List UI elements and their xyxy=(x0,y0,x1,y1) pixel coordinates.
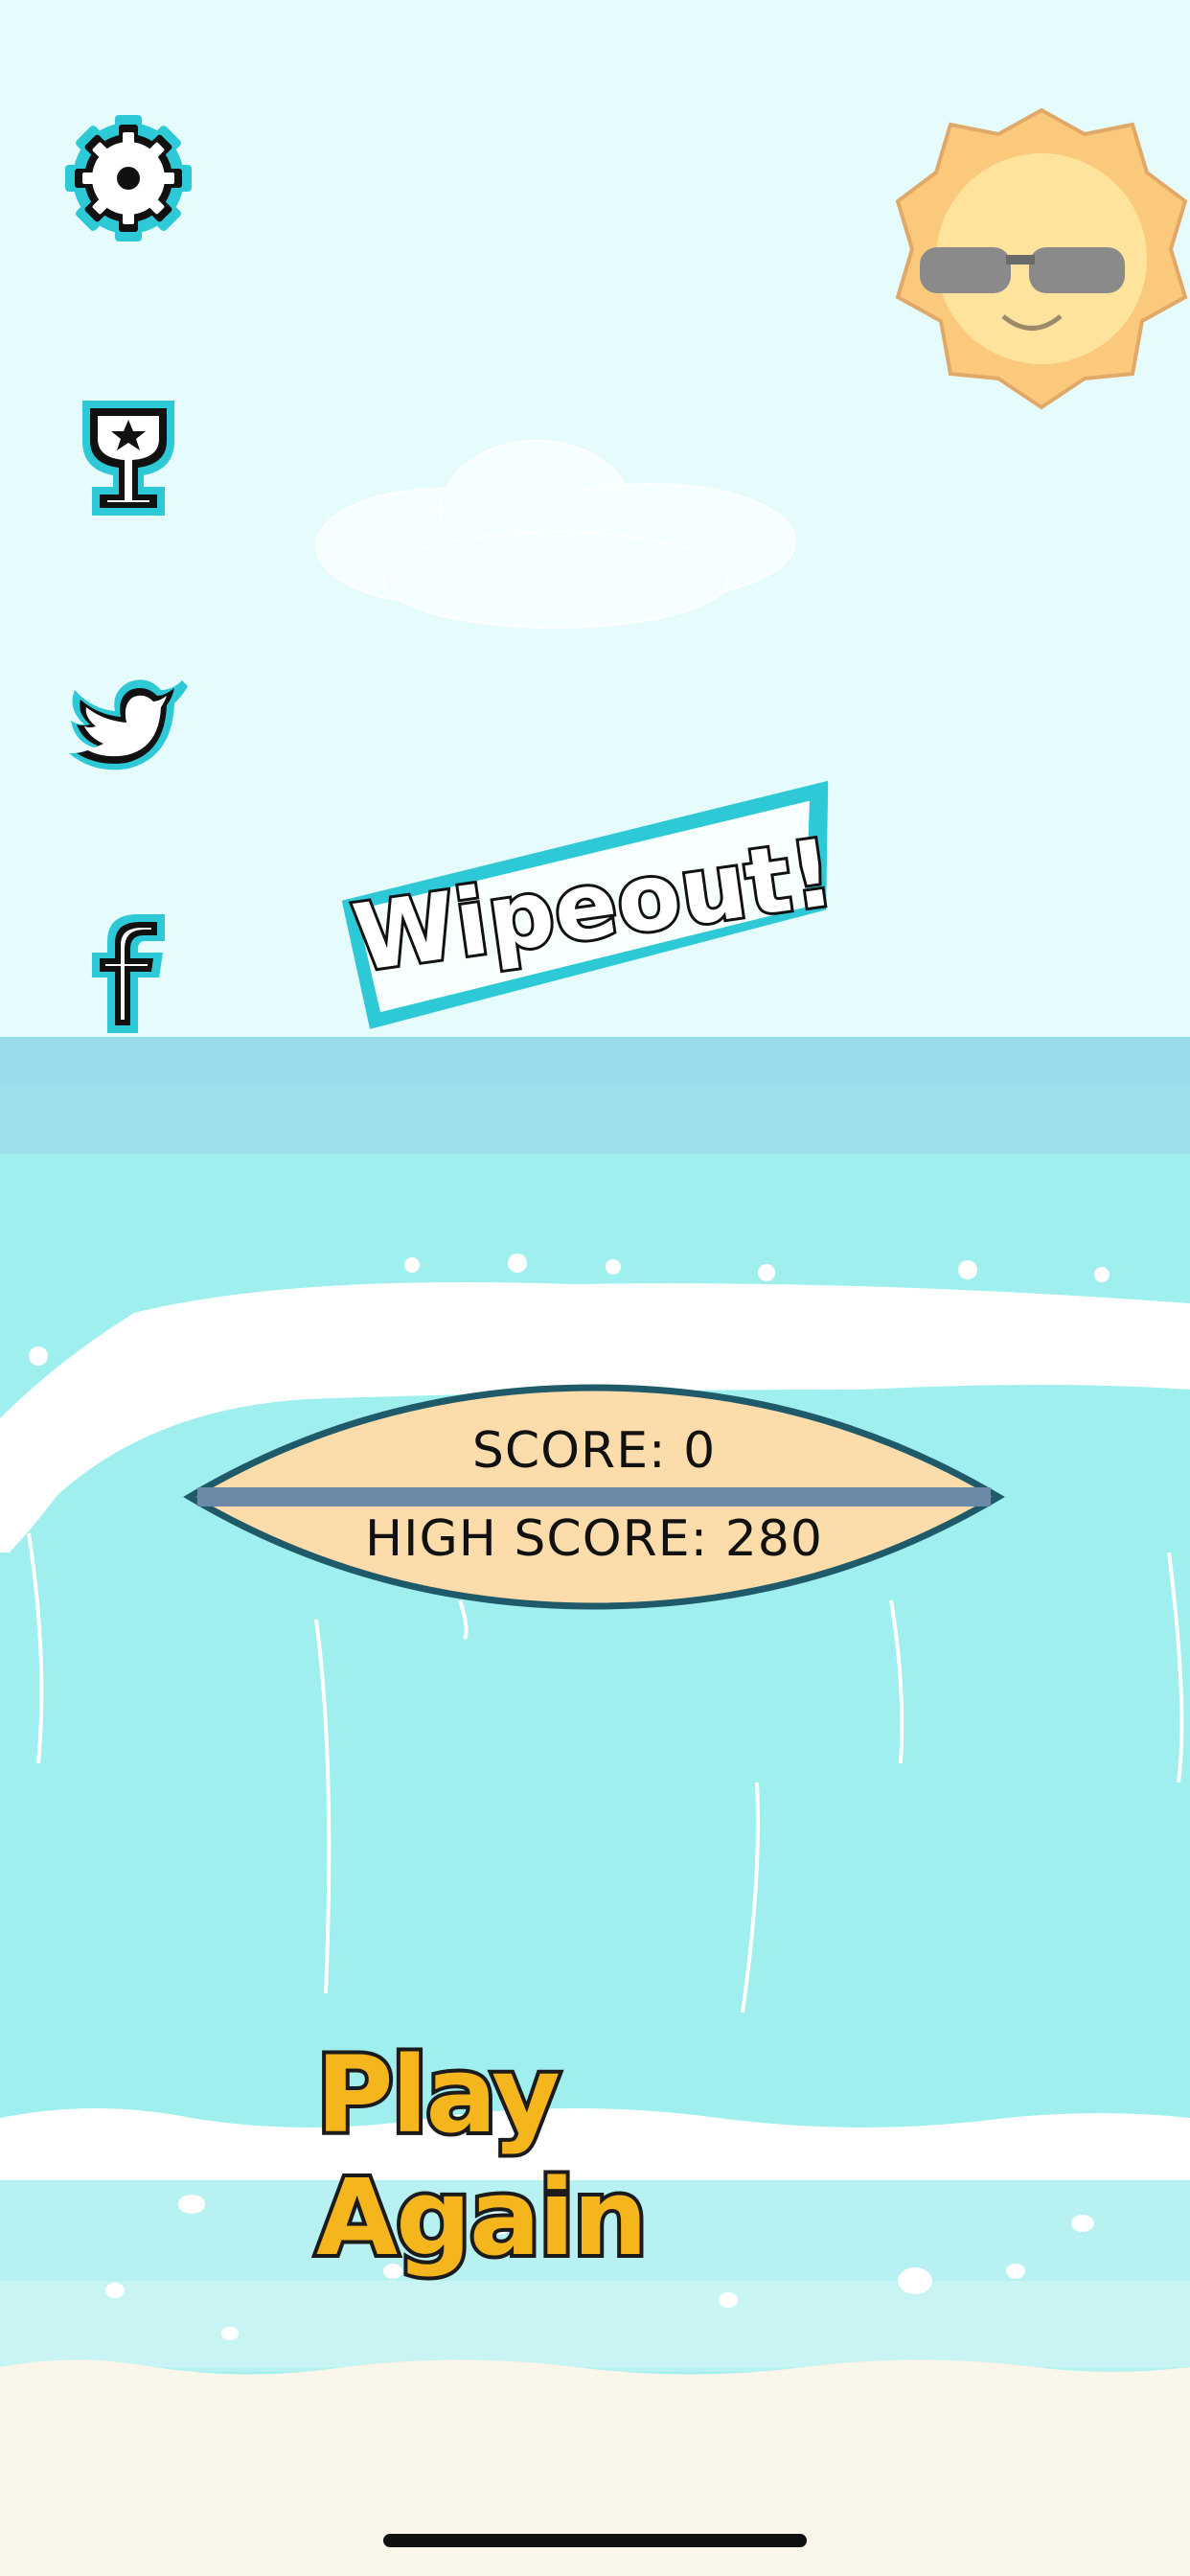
high-score-label: HIGH SCORE: 280 xyxy=(365,1510,823,1568)
facebook-f-icon[interactable] xyxy=(65,910,192,1037)
horizon-band xyxy=(0,1037,1190,1154)
home-indicator[interactable] xyxy=(383,2534,807,2547)
settings-gear-icon[interactable] xyxy=(65,115,192,242)
sand-beach xyxy=(0,2453,1190,2576)
sun-with-sunglasses-icon xyxy=(893,105,1190,412)
surfboard-scoreboard: SCORE: 0 HIGH SCORE: 280 xyxy=(182,1380,1006,1614)
twitter-bird-icon[interactable] xyxy=(65,661,192,788)
play-again-label: Play Again xyxy=(312,2030,652,2283)
leaderboard-trophy-icon[interactable] xyxy=(65,395,192,521)
cloud-icon xyxy=(297,422,814,642)
play-again-button[interactable]: Play Again xyxy=(312,2030,872,2283)
score-label: SCORE: 0 xyxy=(471,1422,717,1480)
